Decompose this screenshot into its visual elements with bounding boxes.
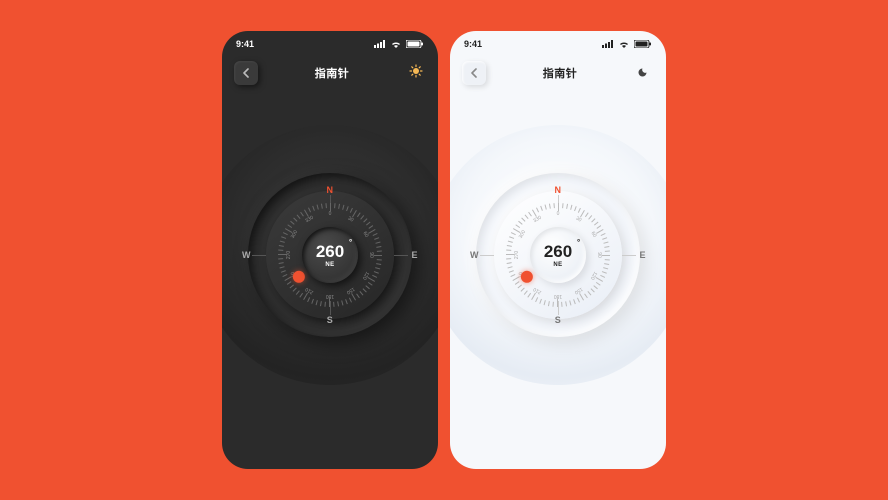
status-icons	[374, 40, 424, 48]
cardinal-east: E	[639, 250, 646, 260]
heading-value: 260°	[316, 243, 344, 260]
tick-label: 180	[326, 293, 334, 299]
tick-label: 270	[514, 251, 520, 259]
phone-dark: 9:41 指南针 N	[222, 31, 438, 469]
cardinal-south: S	[555, 315, 562, 325]
wifi-icon	[390, 40, 402, 48]
signal-icon	[602, 40, 614, 48]
cross-line	[252, 255, 266, 256]
tick-label: 90	[596, 252, 602, 258]
cardinal-west: W	[242, 250, 251, 260]
heading-unit: °	[577, 239, 580, 247]
status-bar: 9:41	[222, 39, 438, 49]
cross-line	[394, 255, 408, 256]
status-time: 9:41	[236, 39, 254, 49]
phone-light: 9:41 指南针 N	[450, 31, 666, 469]
theme-toggle[interactable]	[634, 63, 654, 83]
sun-icon	[409, 64, 423, 83]
cross-line	[480, 255, 494, 256]
compass-center: 260° NE	[302, 227, 358, 283]
battery-icon	[634, 40, 652, 48]
heading-number: 260	[316, 242, 344, 261]
heading-unit: °	[349, 239, 352, 247]
tick-label: 90	[368, 252, 374, 258]
compass-center: 260° NE	[530, 227, 586, 283]
page-title: 指南针	[543, 65, 578, 81]
topbar: 指南针	[450, 61, 666, 85]
wifi-icon	[618, 40, 630, 48]
tick-label: 270	[286, 251, 292, 259]
cross-line	[622, 255, 636, 256]
signal-icon	[374, 40, 386, 48]
cardinal-north: N	[555, 185, 562, 195]
cardinal-west: W	[470, 250, 479, 260]
battery-icon	[406, 40, 424, 48]
heading-direction: NE	[553, 262, 562, 268]
compass: N E S W 0306090120150180210240270300330 …	[222, 125, 438, 385]
heading-number: 260	[544, 242, 572, 261]
status-bar: 9:41	[450, 39, 666, 49]
cardinal-east: E	[411, 250, 418, 260]
tick-label: 180	[554, 293, 562, 299]
heading-value: 260°	[544, 243, 572, 260]
tick-label: 0	[329, 211, 332, 217]
page-title: 指南针	[315, 65, 350, 81]
cardinal-south: S	[327, 315, 334, 325]
back-button[interactable]	[234, 61, 258, 85]
status-icons	[602, 40, 652, 48]
theme-toggle[interactable]	[406, 63, 426, 83]
moon-icon	[638, 64, 650, 82]
heading-direction: NE	[325, 262, 334, 268]
tick-label: 0	[557, 211, 560, 217]
back-button[interactable]	[462, 61, 486, 85]
status-time: 9:41	[464, 39, 482, 49]
cardinal-north: N	[327, 185, 334, 195]
compass: N E S W 0306090120150180210240270300330 …	[450, 125, 666, 385]
topbar: 指南针	[222, 61, 438, 85]
